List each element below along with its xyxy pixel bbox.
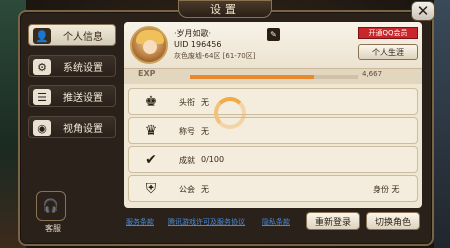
guild-row[interactable]: ⛨ 公会 无 身份 无 [128, 175, 418, 202]
guild-role: 身份 无 [373, 184, 400, 195]
personal-career-button[interactable]: 个人生涯 [358, 44, 418, 60]
headset-icon: 🎧 [42, 198, 60, 214]
switch-character-button[interactable]: 切换角色 [366, 212, 420, 230]
person-icon: 👤 [33, 28, 51, 44]
player-uid: UID 196456 [174, 40, 222, 49]
achievement-row[interactable]: ✔ 成就 0/100 [128, 146, 418, 173]
player-server: 灰色废墟-64区 [61-70区] [174, 52, 256, 60]
sidebar-item-push-settings[interactable]: ☰ 推送设置 [28, 85, 116, 107]
row-value: 无 [201, 127, 209, 136]
sidebar-item-label: 视角设置 [63, 123, 103, 135]
guild-shield-icon: ⛨ [145, 181, 157, 197]
sidebar-item-system-settings[interactable]: ⚙ 系统设置 [28, 55, 116, 77]
player-name: ·岁月如歌· [174, 29, 212, 38]
row-label: 头衔 [179, 98, 195, 107]
row-value: 无 [201, 98, 209, 107]
customer-service-label: 客服 [45, 224, 61, 233]
crown-icon: ♛ [144, 123, 158, 139]
terms-of-service-link[interactable]: 服务条款 [126, 217, 154, 227]
personal-info-content: ·岁月如歌· UID 196456 灰色废墟-64区 [61-70区] ✎ 开通… [124, 22, 422, 208]
title-row[interactable]: ♚ 头衔 无 [128, 88, 418, 115]
exp-value: 4,667 [362, 70, 383, 78]
sidebar-item-label: 个人信息 [63, 31, 103, 43]
customer-service-button[interactable]: 🎧 [36, 191, 66, 221]
game-settings-screen: 设置 ✕ 👤 个人信息 ⚙ 系统设置 ☰ 推送设置 ◉ 视角设置 🎧 客服 ·岁… [0, 0, 450, 248]
edit-name-icon[interactable]: ✎ [267, 28, 280, 41]
row-label: 称号 [179, 127, 195, 136]
exp-label: EXP [138, 69, 156, 78]
exp-row: EXP 4,667 [124, 68, 422, 84]
title-emblem-icon: ♚ [144, 94, 158, 110]
sidebar-item-view-settings[interactable]: ◉ 视角设置 [28, 116, 116, 138]
message-icon: ☰ [33, 89, 51, 105]
background-right-scene [434, 0, 450, 248]
license-agreement-link[interactable]: 腾讯游戏许可及服务协议 [168, 217, 245, 227]
window-title: 设置 [178, 0, 272, 18]
exp-bar [190, 75, 358, 79]
close-icon: ✕ [416, 2, 430, 20]
sidebar-item-personal-info[interactable]: 👤 个人信息 [28, 24, 116, 46]
footer-bar: 服务条款 腾讯游戏许可及服务协议 隐私条款 重新登录 切换角色 [124, 210, 422, 232]
row-value: 0/100 [201, 155, 225, 164]
honor-title-row[interactable]: ♛ 称号 无 [128, 117, 418, 144]
sidebar-item-label: 推送设置 [63, 92, 103, 104]
row-label: 公会 [179, 185, 195, 194]
qq-vip-button[interactable]: 开通QQ会员 [358, 27, 418, 39]
eye-icon: ◉ [33, 120, 51, 136]
sidebar-item-label: 系统设置 [63, 62, 103, 74]
avatar[interactable] [130, 26, 168, 64]
profile-header: ·岁月如歌· UID 196456 灰色废墟-64区 [61-70区] ✎ 开通… [124, 22, 422, 68]
relogin-button[interactable]: 重新登录 [306, 212, 360, 230]
achievement-check-icon: ✔ [145, 152, 157, 168]
exp-bar-fill [190, 75, 315, 79]
gear-icon: ⚙ [33, 59, 51, 75]
guild-role-value: 无 [391, 185, 400, 194]
close-button[interactable]: ✕ [411, 1, 435, 21]
guild-role-label: 身份 [373, 185, 389, 194]
privacy-policy-link[interactable]: 隐私条款 [262, 217, 290, 227]
row-value: 无 [201, 185, 209, 194]
row-label: 成就 [179, 156, 195, 165]
loading-spinner-icon [214, 97, 246, 129]
